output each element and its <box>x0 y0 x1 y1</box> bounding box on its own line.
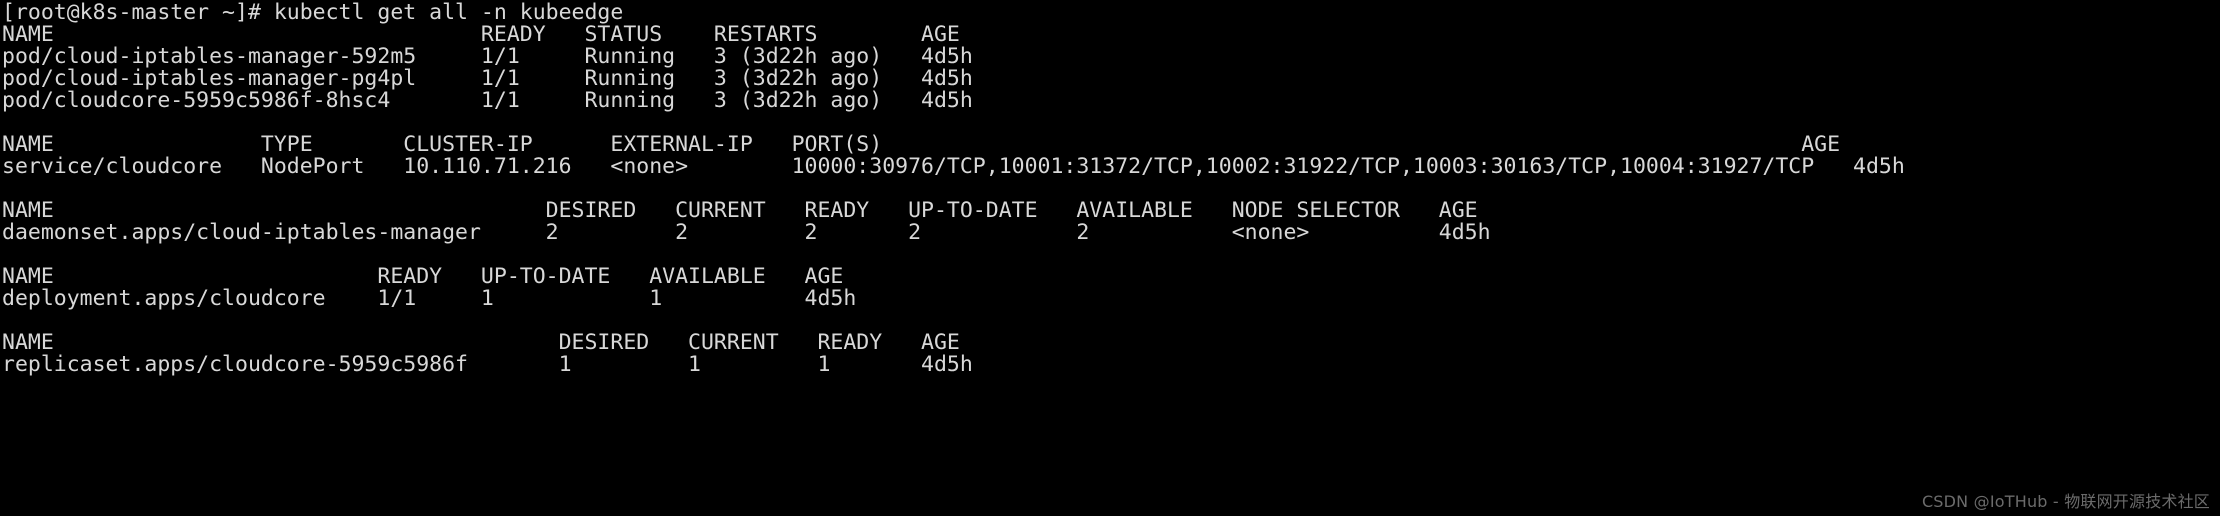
replicasets-header-row: NAME DESIRED CURRENT READY AGE <box>2 330 960 355</box>
table-row: pod/cloud-iptables-manager-592m5 1/1 Run… <box>2 44 973 69</box>
table-row: service/cloudcore NodePort 10.110.71.216… <box>2 154 1905 179</box>
daemonsets-header-row: NAME DESIRED CURRENT READY UP-TO-DATE AV… <box>2 198 1478 223</box>
services-header-row: NAME TYPE CLUSTER-IP EXTERNAL-IP PORT(S)… <box>2 132 1841 157</box>
prompt-line: [root@k8s-master ~]# kubectl get all -n … <box>2 0 624 25</box>
table-row: deployment.apps/cloudcore 1/1 1 1 4d5h <box>2 286 857 311</box>
watermark: CSDN @IoTHub - 物联网开源技术社区 <box>1921 492 2210 511</box>
pods-header-row: NAME READY STATUS RESTARTS AGE <box>2 22 960 47</box>
terminal-window[interactable]: [root@k8s-master ~]# kubectl get all -n … <box>0 0 2220 516</box>
table-row: pod/cloud-iptables-manager-pg4pl 1/1 Run… <box>2 66 973 91</box>
deployments-header-row: NAME READY UP-TO-DATE AVAILABLE AGE <box>2 264 844 289</box>
table-row: daemonset.apps/cloud-iptables-manager 2 … <box>2 220 1491 245</box>
table-row: replicaset.apps/cloudcore-5959c5986f 1 1… <box>2 352 973 377</box>
table-row: pod/cloudcore-5959c5986f-8hsc4 1/1 Runni… <box>2 88 973 113</box>
